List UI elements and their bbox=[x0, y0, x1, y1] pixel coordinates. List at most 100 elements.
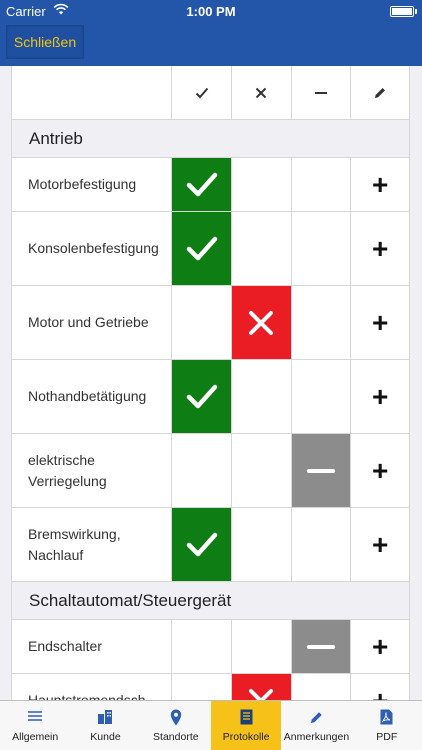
location-pin-icon bbox=[170, 708, 182, 726]
status-cell-fail[interactable] bbox=[230, 508, 291, 581]
table-row: Endschalter + bbox=[12, 620, 409, 674]
tab-standorte[interactable]: Standorte bbox=[141, 701, 211, 750]
status-cell-ok[interactable] bbox=[171, 674, 231, 700]
row-label: Bremswirkung, Nachlauf bbox=[28, 525, 121, 563]
add-note-button[interactable]: + bbox=[350, 360, 409, 433]
clock: 1:00 PM bbox=[186, 4, 236, 19]
cross-icon bbox=[249, 310, 274, 335]
minus-icon bbox=[306, 644, 335, 649]
add-note-button[interactable]: + bbox=[350, 212, 409, 285]
document-icon bbox=[240, 708, 253, 726]
minus-icon bbox=[314, 91, 327, 94]
table-row: elektrische Verriegelung + bbox=[12, 434, 409, 508]
section-header: Antrieb bbox=[11, 120, 410, 158]
tab-label: Protokolle bbox=[222, 731, 270, 743]
cross-icon bbox=[256, 87, 267, 98]
status-cell-na[interactable] bbox=[290, 212, 351, 285]
table-row: Nothandbetätigung + bbox=[12, 360, 409, 434]
tab-kunde[interactable]: Kunde bbox=[70, 701, 140, 750]
table-row: Hauptstromendsch + bbox=[12, 674, 409, 700]
plus-icon: + bbox=[371, 454, 389, 486]
status-cell-ok[interactable] bbox=[171, 286, 231, 359]
tab-label: Standorte bbox=[153, 731, 199, 743]
row-label: Konsolenbefestigung bbox=[28, 240, 159, 256]
status-cell-fail[interactable] bbox=[230, 212, 291, 285]
tab-label: PDF bbox=[376, 731, 398, 743]
row-label: Motorbefestigung bbox=[28, 176, 137, 192]
plus-icon: + bbox=[371, 168, 389, 200]
tab-bar: Allgemein Kunde Standorte Protokolle Anmerku… bbox=[0, 700, 422, 750]
status-cell-fail[interactable] bbox=[230, 674, 291, 700]
add-note-button[interactable]: + bbox=[350, 434, 409, 507]
plus-icon: + bbox=[371, 306, 389, 338]
add-note-button[interactable]: + bbox=[350, 508, 409, 581]
plus-icon: + bbox=[371, 528, 389, 560]
table-row: Konsolenbefestigung + bbox=[12, 212, 409, 286]
status-cell-fail[interactable] bbox=[230, 360, 291, 433]
status-cell-fail[interactable] bbox=[230, 434, 291, 507]
checkmark-icon bbox=[186, 172, 217, 196]
status-cell-fail[interactable] bbox=[230, 286, 291, 359]
tab-protokolle[interactable]: Protokolle bbox=[210, 701, 282, 750]
plus-icon: + bbox=[371, 232, 389, 264]
add-note-button[interactable]: + bbox=[350, 620, 409, 673]
table-row: Motorbefestigung + bbox=[12, 158, 409, 212]
section-header: Schaltautomat/Steuergerät bbox=[11, 582, 410, 620]
status-cell-ok[interactable] bbox=[171, 620, 231, 673]
row-label: Nothandbetätigung bbox=[28, 388, 147, 404]
row-label: elektrische Verriegelung bbox=[28, 451, 107, 489]
battery-icon bbox=[390, 6, 414, 17]
status-cell-fail[interactable] bbox=[230, 158, 291, 211]
header-label-cell bbox=[12, 66, 171, 119]
checkmark-icon bbox=[186, 236, 217, 260]
tab-allgemein[interactable]: Allgemein bbox=[0, 701, 70, 750]
tab-anmerkungen[interactable]: Anmerkungen bbox=[281, 701, 351, 750]
add-note-button[interactable]: + bbox=[350, 158, 409, 211]
row-label: Motor und Getriebe bbox=[28, 314, 149, 330]
pdf-icon bbox=[380, 708, 393, 726]
status-cell-na[interactable] bbox=[290, 620, 351, 673]
status-cell-na[interactable] bbox=[290, 434, 351, 507]
tab-pdf[interactable]: PDF bbox=[352, 701, 422, 750]
pencil-icon bbox=[375, 87, 386, 98]
table-row: Motor und Getriebe + bbox=[12, 286, 409, 360]
status-cell-na[interactable] bbox=[290, 158, 351, 211]
add-note-button[interactable]: + bbox=[350, 286, 409, 359]
status-cell-na[interactable] bbox=[290, 508, 351, 581]
status-cell-na[interactable] bbox=[290, 360, 351, 433]
add-note-button[interactable]: + bbox=[350, 674, 409, 700]
status-cell-ok[interactable] bbox=[171, 434, 231, 507]
tab-label: Kunde bbox=[90, 731, 121, 743]
checkmark-icon bbox=[186, 532, 217, 556]
status-cell-na[interactable] bbox=[290, 286, 351, 359]
header-fail bbox=[230, 66, 291, 119]
row-label: Endschalter bbox=[28, 638, 102, 654]
status-bar: Carrier 1:00 PM bbox=[0, 0, 422, 22]
header-na bbox=[290, 66, 351, 119]
status-cell-fail[interactable] bbox=[230, 620, 291, 673]
list-icon bbox=[27, 708, 43, 726]
checkmark-icon bbox=[186, 384, 217, 408]
status-cell-ok[interactable] bbox=[171, 360, 231, 433]
status-cell-ok[interactable] bbox=[171, 508, 231, 581]
table-header-row bbox=[12, 66, 409, 120]
status-cell-ok[interactable] bbox=[171, 158, 231, 211]
close-button[interactable]: Schließen bbox=[6, 25, 84, 59]
tab-label: Anmerkungen bbox=[283, 731, 350, 743]
plus-icon: + bbox=[371, 380, 389, 412]
protocol-table-scroll[interactable]: Antrieb Motorbefestigung + Konsolenbefestig… bbox=[0, 66, 422, 700]
navigation-bar: Schließen bbox=[0, 22, 422, 66]
header-note bbox=[350, 66, 409, 119]
plus-icon: + bbox=[371, 630, 389, 662]
building-icon bbox=[97, 708, 113, 726]
status-cell-ok[interactable] bbox=[171, 212, 231, 285]
protocol-table: Antrieb Motorbefestigung + Konsolenbefestig… bbox=[11, 66, 410, 700]
status-cell-na[interactable] bbox=[290, 674, 351, 700]
plus-icon: + bbox=[371, 684, 389, 700]
header-ok bbox=[171, 66, 231, 119]
pencil-icon bbox=[309, 708, 324, 726]
table-row: Bremswirkung, Nachlauf + bbox=[12, 508, 409, 582]
checkmark-icon bbox=[195, 87, 208, 98]
minus-icon bbox=[306, 468, 335, 473]
row-label: Hauptstromendsch bbox=[28, 692, 146, 700]
